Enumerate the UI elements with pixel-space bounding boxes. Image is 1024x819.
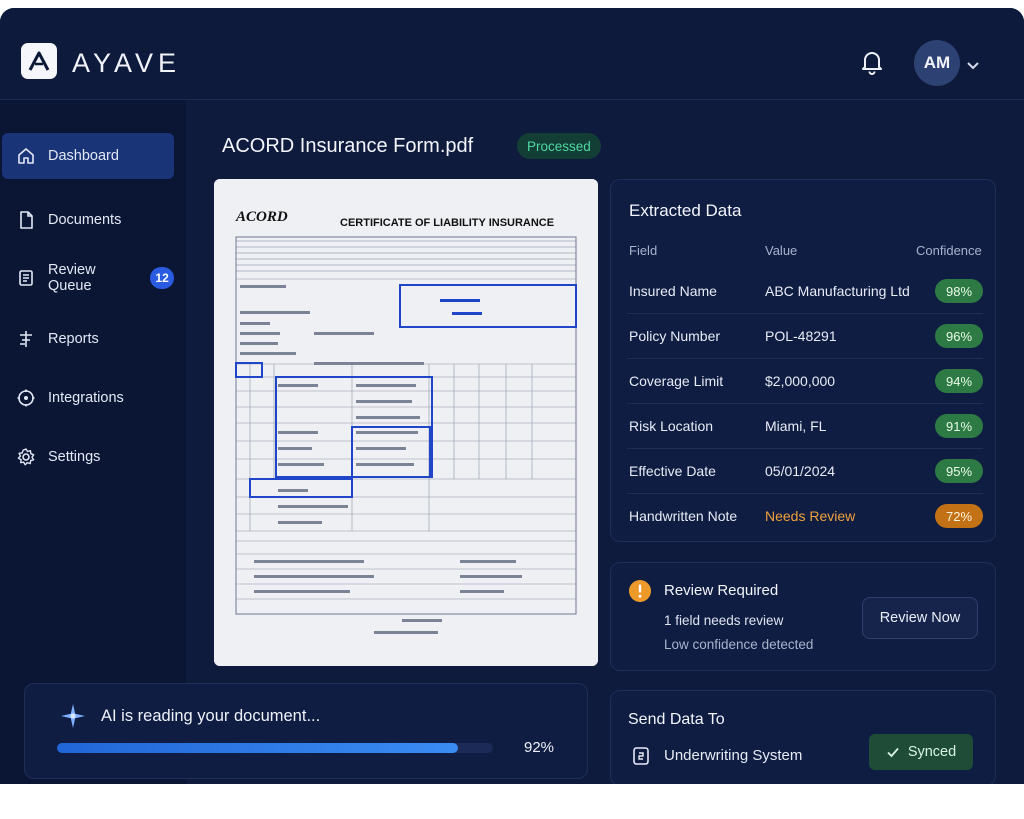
user-avatar[interactable]: AM — [914, 40, 960, 86]
main-content: ACORD Insurance Form.pdf Processed ACORD… — [186, 100, 1024, 784]
field-value: POL-48291 — [765, 328, 837, 344]
sidebar-item-documents[interactable]: Documents — [2, 197, 174, 243]
confidence-badge: 98% — [935, 279, 983, 303]
warning-icon — [628, 579, 652, 603]
document-icon — [20, 211, 33, 229]
review-detail: Low confidence detected — [664, 637, 814, 652]
progress-bar-fill — [57, 743, 459, 753]
field-value: ABC Manufacturing Ltd — [765, 283, 910, 299]
table-row[interactable]: Coverage Limit $2,000,000 94% — [627, 359, 983, 404]
acord-form-image: ACORD CERTIFICATE OF LIABILITY INSURANCE — [214, 179, 598, 666]
send-target-name: Underwriting System — [664, 747, 803, 764]
review-title: Review Required — [664, 582, 779, 599]
document-title: ACORD Insurance Form.pdf — [222, 135, 474, 157]
field-value: $2,000,000 — [765, 373, 836, 389]
sidebar-item-reports[interactable]: Reports — [2, 316, 174, 362]
table-row[interactable]: Effective Date 05/01/2024 95% — [627, 449, 983, 494]
chevron-down-icon[interactable] — [966, 58, 980, 70]
form-heading: CERTIFICATE OF LIABILITY INSURANCE — [340, 217, 554, 229]
sidebar-item-review-queue[interactable]: Review Queue 12 — [2, 255, 174, 301]
sidebar-item-label: Documents — [48, 212, 122, 228]
sidebar-item-label: Settings — [48, 449, 101, 465]
field-name: Policy Number — [629, 328, 721, 344]
field-value: Needs Review — [765, 508, 856, 524]
queue-icon — [19, 270, 33, 286]
home-icon — [18, 148, 34, 164]
confidence-badge: 96% — [935, 324, 983, 348]
column-header-confidence: Confidence — [916, 243, 982, 258]
field-value: 05/01/2024 — [765, 463, 836, 479]
ai-progress-card: AI is reading your document... 92% — [24, 683, 588, 779]
sidebar-item-integrations[interactable]: Integrations — [2, 375, 174, 421]
table-row[interactable]: Policy Number POL-48291 96% — [627, 314, 983, 359]
field-name: Effective Date — [629, 463, 716, 479]
extracted-data-panel: Extracted Data Field Value Confidence In… — [610, 179, 996, 542]
brand-name: AYAVE — [72, 48, 182, 78]
gear-icon — [17, 448, 35, 466]
field-name: Risk Location — [629, 418, 714, 434]
sparkle-icon — [59, 702, 87, 730]
top-bar: AYAVE AM — [0, 8, 1024, 100]
field-value: Miami, FL — [765, 418, 827, 434]
app-window: AYAVE AM Dashboard Documents Review Queu… — [0, 8, 1024, 784]
synced-label: Synced — [907, 744, 957, 760]
checkmark-icon — [887, 747, 899, 758]
confidence-badge: 95% — [935, 459, 983, 483]
progress-percent: 92% — [524, 739, 555, 756]
sidebar: Dashboard Documents Review Queue 12 Repo… — [0, 100, 186, 784]
send-data-card: Send Data To Underwriting System Synced — [610, 690, 996, 784]
ai-status-text: AI is reading your document... — [101, 707, 321, 725]
confidence-badge: 91% — [935, 414, 983, 438]
progress-bar — [57, 743, 493, 753]
sidebar-item-dashboard[interactable]: Dashboard — [2, 133, 174, 179]
synced-status-button[interactable]: Synced — [869, 734, 973, 770]
sidebar-item-label: Dashboard — [48, 148, 119, 164]
system-icon — [631, 746, 651, 766]
integrations-icon — [17, 389, 35, 407]
review-message: 1 field needs review — [664, 613, 784, 628]
notification-bell-icon[interactable] — [858, 48, 886, 76]
sidebar-item-settings[interactable]: Settings — [2, 434, 174, 480]
field-name: Handwritten Note — [629, 508, 738, 524]
confidence-badge: 94% — [935, 369, 983, 393]
table-row[interactable]: Handwritten Note Needs Review 72% — [627, 494, 983, 539]
acord-logo: ACORD — [235, 209, 288, 225]
confidence-badge: 72% — [935, 504, 983, 528]
sidebar-item-label: Reports — [48, 331, 99, 347]
review-required-card: Review Required 1 field needs review Low… — [610, 562, 996, 671]
extracted-data-title: Extracted Data — [629, 201, 742, 220]
table-row[interactable]: Risk Location Miami, FL 91% — [627, 404, 983, 449]
send-data-title: Send Data To — [628, 711, 725, 728]
review-queue-count-badge: 12 — [150, 267, 174, 289]
field-name: Coverage Limit — [629, 373, 724, 389]
status-badge: Processed — [517, 133, 601, 159]
table-row[interactable]: Insured Name ABC Manufacturing Ltd 98% — [627, 269, 983, 314]
logo-mark-icon — [21, 43, 57, 79]
review-now-button[interactable]: Review Now — [862, 597, 978, 639]
column-header-value: Value — [765, 243, 798, 258]
column-header-field: Field — [629, 243, 658, 258]
sidebar-item-label: Integrations — [48, 390, 124, 406]
reports-icon — [20, 331, 32, 347]
sidebar-item-label: Review Queue — [48, 262, 96, 294]
document-preview[interactable]: ACORD CERTIFICATE OF LIABILITY INSURANCE — [214, 179, 598, 666]
field-name: Insured Name — [629, 283, 717, 299]
